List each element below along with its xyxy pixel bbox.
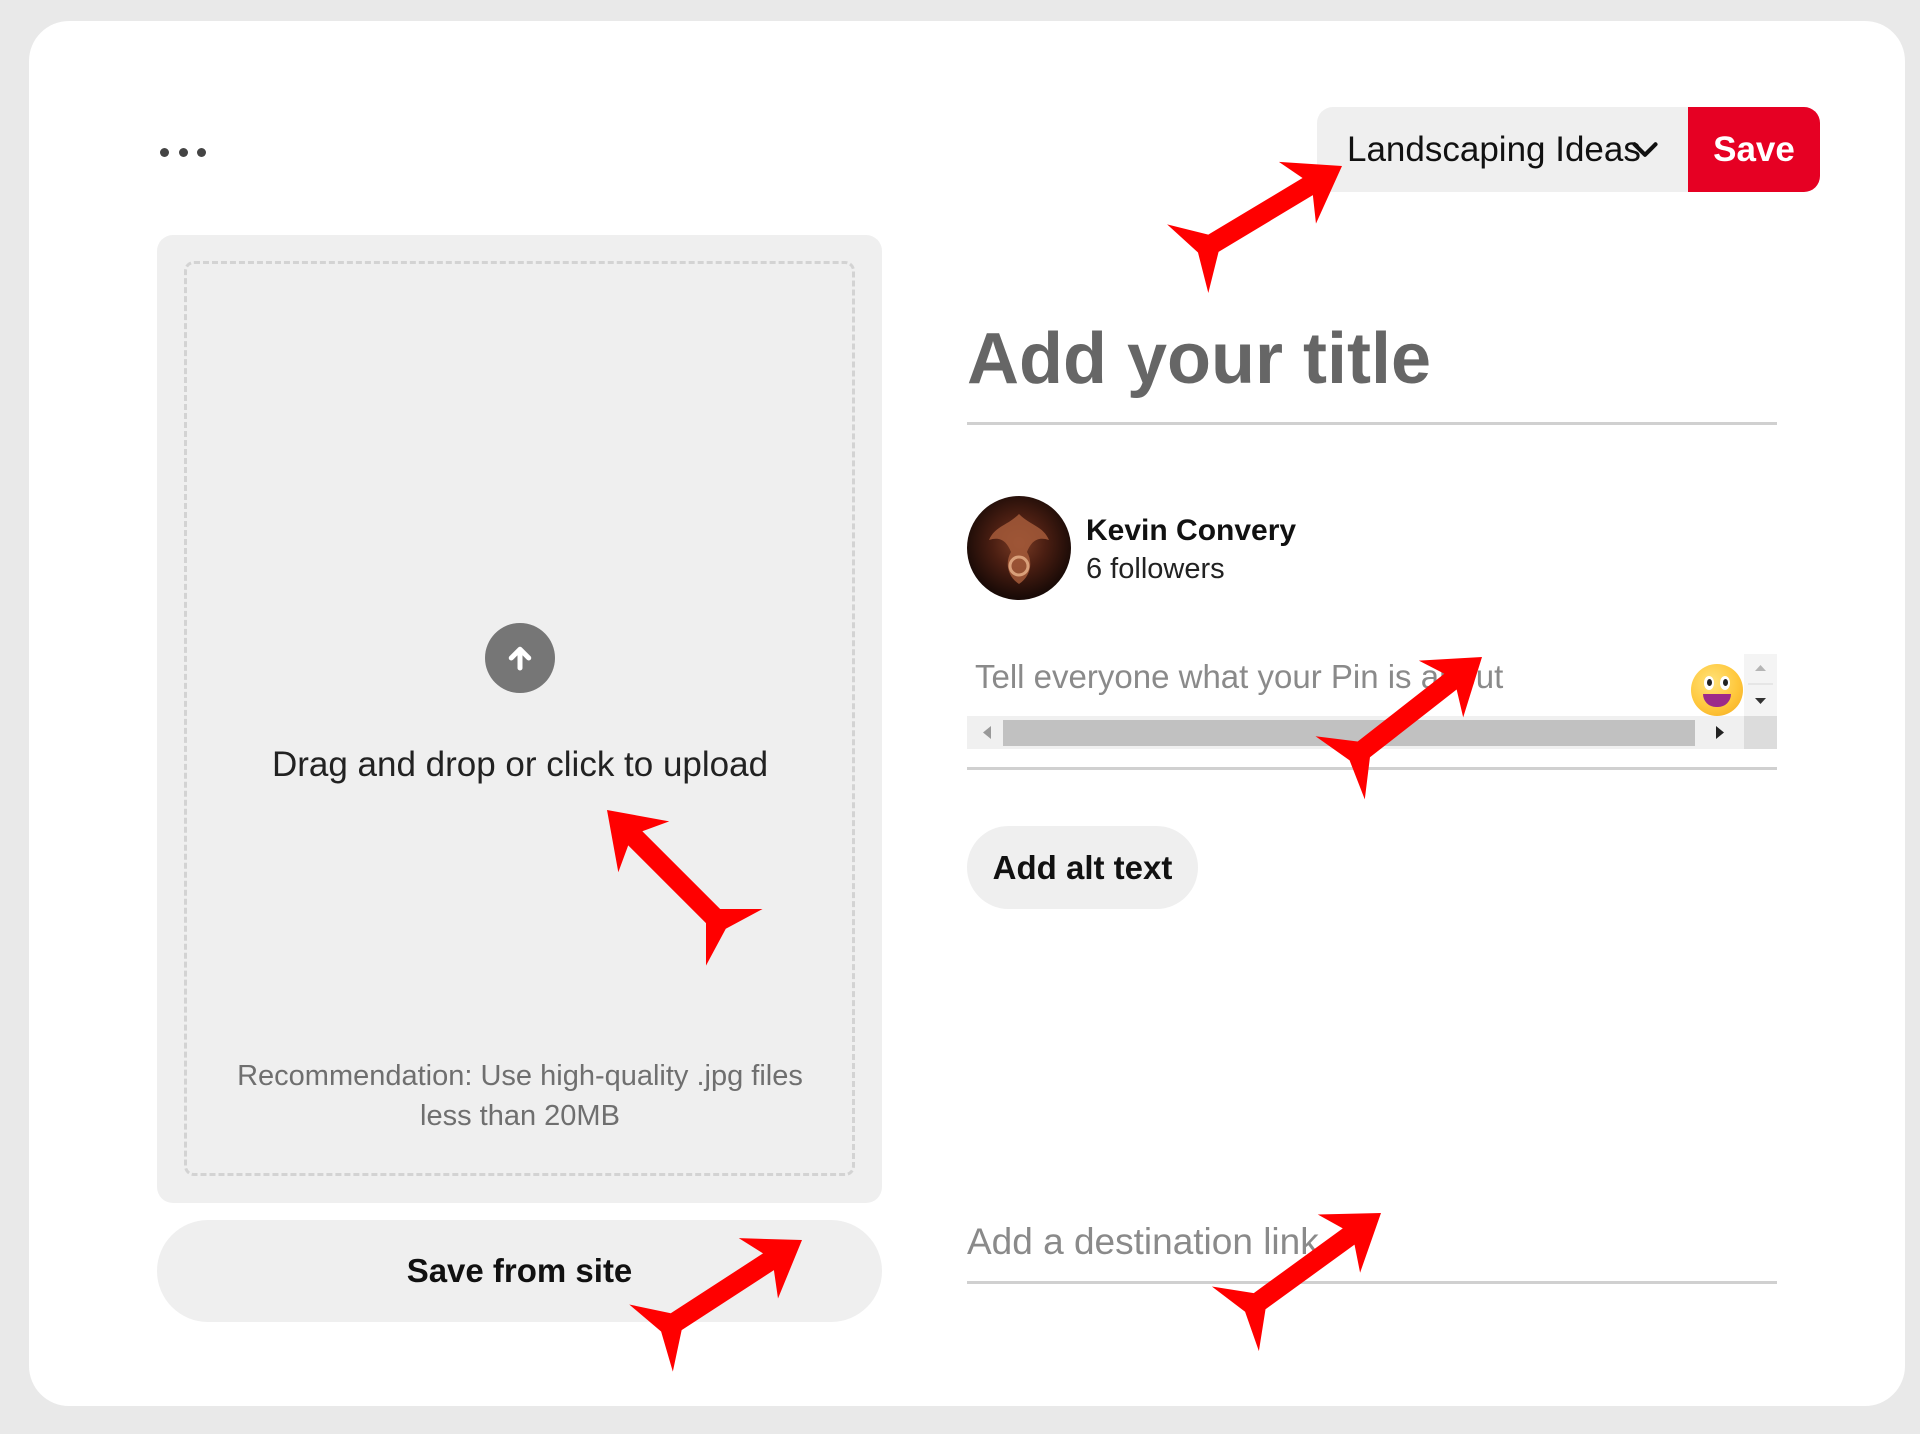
arrow-save-from-site	[629, 1206, 824, 1372]
arrow-description	[1315, 625, 1507, 800]
arrow-upload	[578, 781, 763, 966]
annotation-arrows	[578, 131, 1507, 1372]
arrow-destination-link	[1211, 1180, 1405, 1352]
arrow-board-select	[1167, 131, 1363, 293]
